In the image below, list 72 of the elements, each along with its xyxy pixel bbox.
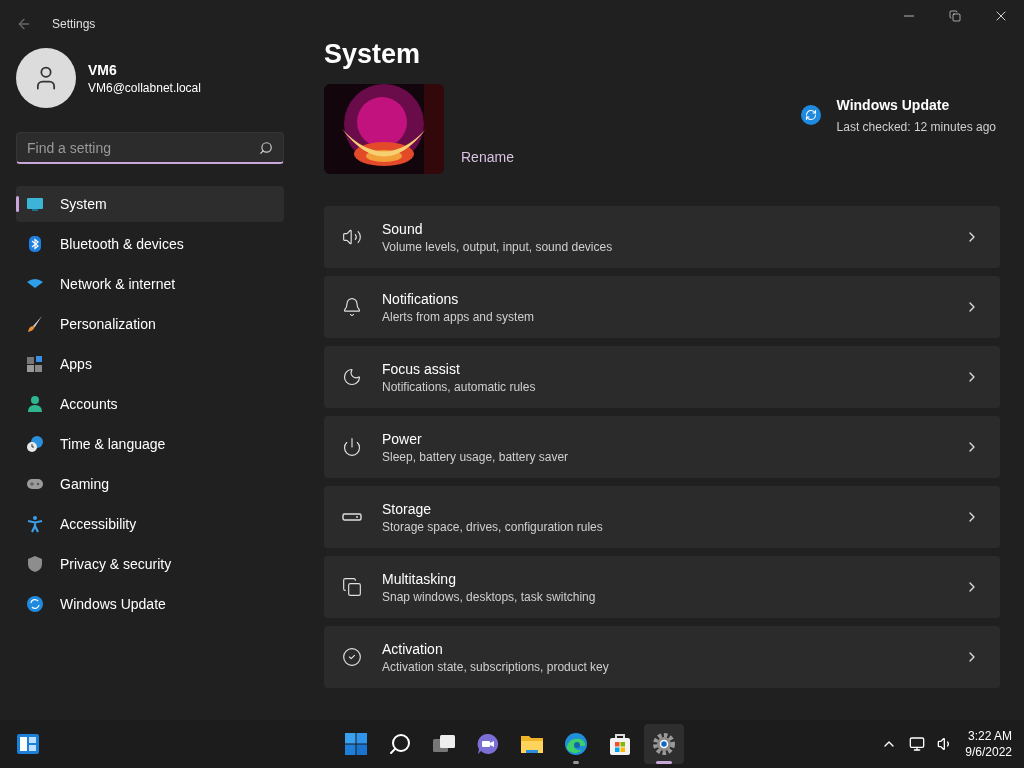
settings-card[interactable]: Activation Activation state, subscriptions, product key [324,626,1000,688]
settings-card[interactable]: Notifications Alerts from apps and system [324,276,1000,338]
chat-icon[interactable] [476,732,500,756]
clock-time[interactable]: 3:22 AM [967,728,1012,744]
apps-icon [26,355,44,373]
monitor-icon [26,195,44,213]
rename-link[interactable]: Rename [461,147,514,167]
nav-item[interactable]: Gaming [16,466,284,502]
power-icon [342,437,362,457]
speaker-icon [342,227,362,247]
user-name: VM6 [88,61,118,80]
network-icon[interactable] [909,736,926,752]
taskbar-app[interactable] [644,724,684,764]
nav-item[interactable]: Accessibility [16,506,284,542]
setting-subtitle: Storage space, drives, configuration rules [382,519,604,535]
running-indicator [656,761,672,764]
nav-item[interactable]: Apps [16,346,284,382]
shield-icon [26,555,44,573]
shopping-bag-icon[interactable] [608,732,632,756]
setting-title: Storage [382,500,433,519]
setting-title: Focus assist [382,360,461,379]
widgets-icon[interactable] [16,732,40,756]
browser-icon[interactable] [564,732,588,756]
nav-item[interactable]: Personalization [16,306,284,342]
nav-item[interactable]: Network & internet [16,266,284,302]
setting-title: Sound [382,220,424,239]
nav-item[interactable]: Accounts [16,386,284,422]
check-circle-icon [342,647,362,667]
setting-subtitle: Activation state, subscriptions, product key [382,659,610,675]
nav-item[interactable]: Bluetooth & devices [16,226,284,262]
person-icon [26,395,44,413]
setting-subtitle: Notifications, automatic rules [382,379,537,395]
setting-subtitle: Sleep, battery usage, battery saver [382,449,570,465]
bell-icon [342,297,362,317]
setting-subtitle: Alerts from apps and system [382,309,536,325]
windows-logo-icon[interactable] [344,732,368,756]
settings-card[interactable]: Storage Storage space, drives, configuration rules [324,486,1000,548]
nav-item[interactable]: Time & language [16,426,284,462]
clock-date[interactable]: 9/6/2022 [965,744,1012,760]
user-email: VM6@collabnet.local [88,80,201,96]
restore-icon[interactable] [949,10,961,22]
settings-card[interactable]: Power Sleep, battery usage, battery saver [324,416,1000,478]
update-icon [800,105,821,125]
setting-title: Power [382,430,423,449]
update-title[interactable]: Windows Update [836,95,996,115]
moon-icon [342,367,362,387]
setting-subtitle: Snap windows, desktops, task switching [382,589,597,605]
bluetooth-icon [26,235,44,253]
settings-card[interactable]: Sound Volume levels, output, input, sound devices [324,206,1000,268]
update-status: Last checked: 12 minutes ago [836,119,996,135]
setting-title: Activation [382,640,444,659]
setting-subtitle: Volume levels, output, input, sound devices [382,239,614,255]
settings-card[interactable]: Focus assist Notifications, automatic rules [324,346,1000,408]
setting-title: Multitasking [382,570,457,589]
nav-item[interactable]: System [16,186,284,222]
accessibility-icon [26,515,44,533]
gear-icon[interactable] [652,732,676,756]
selection-indicator [16,196,19,212]
window-title: Settings [52,16,96,32]
running-indicator [573,761,579,764]
search-input[interactable]: Find a setting [27,137,259,158]
search-icon[interactable] [388,732,412,756]
nav-item[interactable]: Windows Update [16,586,284,622]
nav-item[interactable]: Privacy & security [16,546,284,582]
search-icon[interactable] [259,140,273,155]
search-field[interactable]: Find a setting [16,132,284,164]
setting-title: Notifications [382,290,460,309]
globe-clock-icon [26,435,44,453]
windows-icon [342,577,362,597]
update-icon [26,595,44,613]
page-title: System [324,38,422,71]
settings-card[interactable]: Multitasking Snap windows, desktops, task switching [324,556,1000,618]
